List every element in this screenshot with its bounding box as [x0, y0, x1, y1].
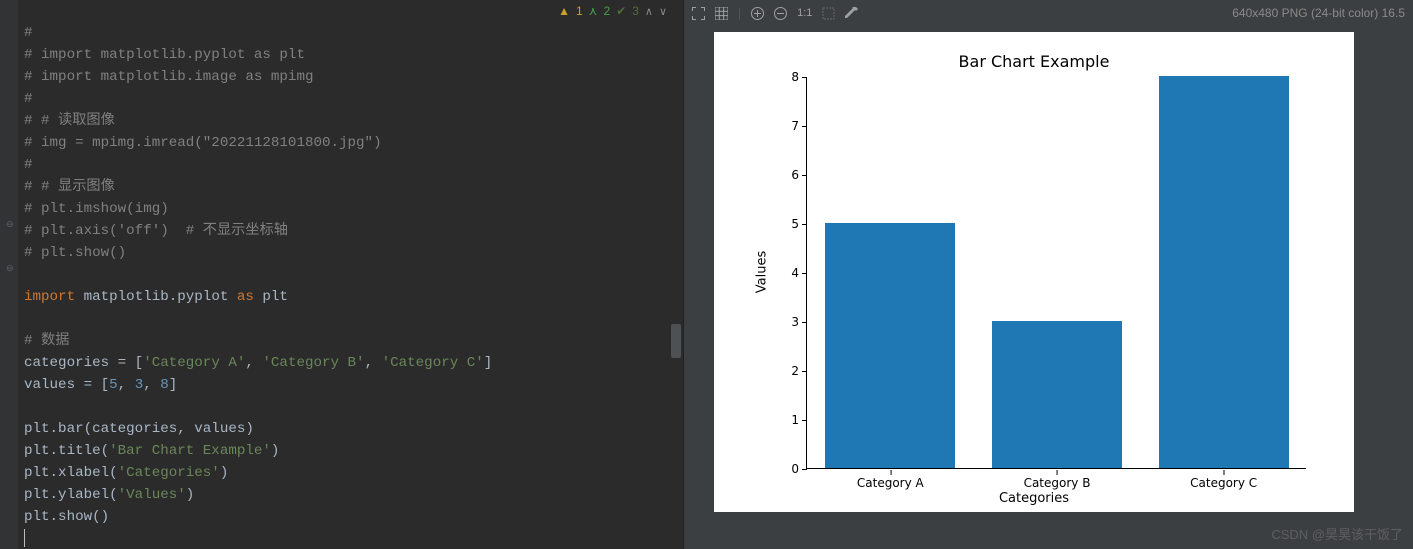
- code-area[interactable]: # # import matplotlib.pyplot as plt # im…: [24, 0, 683, 549]
- code-line: # img = mpimg.imread("20221128101800.jpg…: [24, 135, 382, 151]
- code-line: # # 读取图像: [24, 113, 115, 129]
- code-line: # import matplotlib.pyplot as plt: [24, 47, 305, 63]
- grid-icon[interactable]: [715, 7, 728, 20]
- chart-ytick: 8: [779, 70, 799, 84]
- chart-ytick: 2: [779, 364, 799, 378]
- chart-xtick: Category A: [857, 476, 924, 490]
- color-picker-icon[interactable]: [845, 7, 858, 20]
- chart-ytick: 1: [779, 413, 799, 427]
- chart-ylabel: Values: [755, 251, 770, 293]
- chart-bar: [1159, 76, 1289, 468]
- chart-ytick: 3: [779, 315, 799, 329]
- chart-title: Bar Chart Example: [714, 52, 1354, 71]
- fullscreen-icon[interactable]: [692, 7, 705, 20]
- kw-import: import: [24, 289, 75, 305]
- chart-ytick: 5: [779, 217, 799, 231]
- chart-bar: [825, 223, 955, 468]
- code-line: # 数据: [24, 333, 69, 349]
- fold-marker-icon[interactable]: ⊖: [6, 220, 14, 230]
- chart-ytick: 0: [779, 462, 799, 476]
- zoom-out-icon[interactable]: [774, 7, 787, 20]
- chart-xlabel: Categories: [714, 491, 1354, 506]
- code-line: # plt.axis('off') # 不显示坐标轴: [24, 223, 288, 239]
- image-viewer-pane: | 1:1 640x480 PNG (24-bit color) 16.5 Ba…: [683, 0, 1413, 549]
- code-editor-pane[interactable]: ⊖ ⊖ ▲1 ⋏2 ✔3 ∧ ∨ # # import matplotlib.p…: [0, 0, 683, 549]
- zoom-in-icon[interactable]: [751, 7, 764, 20]
- scrollbar-thumb[interactable]: [671, 324, 681, 358]
- chart-ytick: 4: [779, 266, 799, 280]
- editor-scrollbar[interactable]: [671, 0, 681, 549]
- zoom-reset-button[interactable]: 1:1: [797, 7, 812, 19]
- image-info-label: 640x480 PNG (24-bit color) 16.5: [1232, 6, 1405, 20]
- chart-xtick: Category B: [1024, 476, 1091, 490]
- code-line: #: [24, 25, 33, 41]
- viewer-canvas[interactable]: Bar Chart Example Values 012345678Catego…: [684, 26, 1413, 549]
- watermark-text: CSDN @昊昊该干饭了: [1271, 524, 1403, 543]
- code-line: # # 显示图像: [24, 179, 115, 195]
- code-line: # plt.show(): [24, 245, 126, 261]
- chart-ytick: 6: [779, 168, 799, 182]
- fit-to-window-icon[interactable]: [822, 7, 835, 20]
- code-line: # plt.imshow(img): [24, 201, 169, 217]
- chart-xtick: Category C: [1190, 476, 1257, 490]
- text-caret: [24, 529, 25, 547]
- editor-gutter: ⊖ ⊖: [0, 0, 18, 549]
- code-line: #: [24, 157, 33, 173]
- fold-marker-icon[interactable]: ⊖: [6, 264, 14, 274]
- chart-bar: [992, 321, 1122, 468]
- code-line: # import matplotlib.image as mpimg: [24, 69, 313, 85]
- chart-axes: 012345678Category ACategory BCategory C: [806, 77, 1306, 469]
- chart-figure: Bar Chart Example Values 012345678Catego…: [714, 32, 1354, 512]
- code-line: #: [24, 91, 33, 107]
- chart-ytick: 7: [779, 119, 799, 133]
- viewer-toolbar: | 1:1 640x480 PNG (24-bit color) 16.5: [684, 0, 1413, 26]
